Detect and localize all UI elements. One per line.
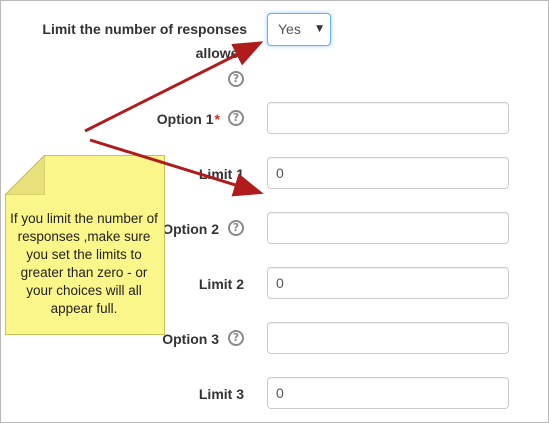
annotation-arrows: [84, 41, 264, 197]
arrow-to-select: [84, 41, 264, 133]
arrow-to-limit1: [89, 138, 264, 197]
